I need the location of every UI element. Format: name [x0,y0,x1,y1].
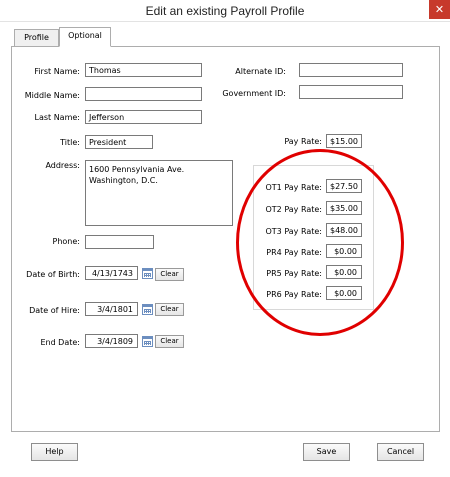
middle-name-label: Middle Name: [24,91,80,100]
title-label: Title: [60,138,80,147]
alternate-id-label: Alternate ID: [235,67,286,76]
title-field[interactable]: President [85,135,153,149]
date-of-hire-field[interactable]: 3/4/1801 [85,302,138,316]
pr6-pay-rate-field[interactable]: $0.00 [326,286,362,300]
ot1-pay-rate-label: OT1 Pay Rate: [265,183,323,192]
calendar-icon[interactable] [142,268,153,279]
end-date-field[interactable]: 3/4/1809 [85,334,138,348]
date-of-hire-label: Date of Hire: [29,306,80,315]
address-field[interactable]: 1600 Pennsylvania Ave. Washington, D.C. [85,160,233,226]
clear-date-of-birth-button[interactable]: Clear [155,268,184,281]
pr5-pay-rate-label: PR5 Pay Rate: [266,269,322,278]
last-name-label: Last Name: [34,113,80,122]
pr6-pay-rate-label: PR6 Pay Rate: [266,290,322,299]
phone-field[interactable] [85,235,154,249]
tab-optional[interactable]: Optional [59,27,111,47]
calendar-icon[interactable] [142,304,153,315]
calendar-icon[interactable] [142,336,153,347]
alternate-id-field[interactable] [299,63,403,77]
ot2-pay-rate-label: OT2 Pay Rate: [265,205,323,214]
middle-name-field[interactable] [85,87,202,101]
save-button[interactable]: Save [303,443,350,461]
first-name-label: First Name: [34,67,80,76]
ot3-pay-rate-field[interactable]: $48.00 [326,223,362,237]
address-label: Address: [45,161,80,170]
phone-label: Phone: [52,237,80,246]
clear-date-of-hire-button[interactable]: Clear [155,303,184,316]
pay-rate-field[interactable]: $15.00 [326,134,362,148]
ot2-pay-rate-field[interactable]: $35.00 [326,201,362,215]
date-of-birth-field[interactable]: 4/13/1743 [85,266,138,280]
end-date-label: End Date: [40,338,80,347]
help-button[interactable]: Help [31,443,78,461]
ot3-pay-rate-label: OT3 Pay Rate: [265,227,323,236]
last-name-field[interactable]: Jefferson [85,110,202,124]
pr4-pay-rate-label: PR4 Pay Rate: [266,248,322,257]
government-id-field[interactable] [299,85,403,99]
date-of-birth-label: Date of Birth: [26,270,80,279]
pay-rate-label: Pay Rate: [284,137,322,146]
clear-end-date-button[interactable]: Clear [155,335,184,348]
window-title: Edit an existing Payroll Profile [145,4,305,18]
tab-profile[interactable]: Profile [14,29,59,47]
first-name-field[interactable]: Thomas [85,63,202,77]
cancel-button[interactable]: Cancel [377,443,424,461]
ot1-pay-rate-field[interactable]: $27.50 [326,179,362,193]
close-button[interactable]: ✕ [429,0,450,19]
title-bar: Edit an existing Payroll Profile ✕ [0,0,450,22]
government-id-label: Government ID: [222,89,286,98]
pr4-pay-rate-field[interactable]: $0.00 [326,244,362,258]
pr5-pay-rate-field[interactable]: $0.00 [326,265,362,279]
